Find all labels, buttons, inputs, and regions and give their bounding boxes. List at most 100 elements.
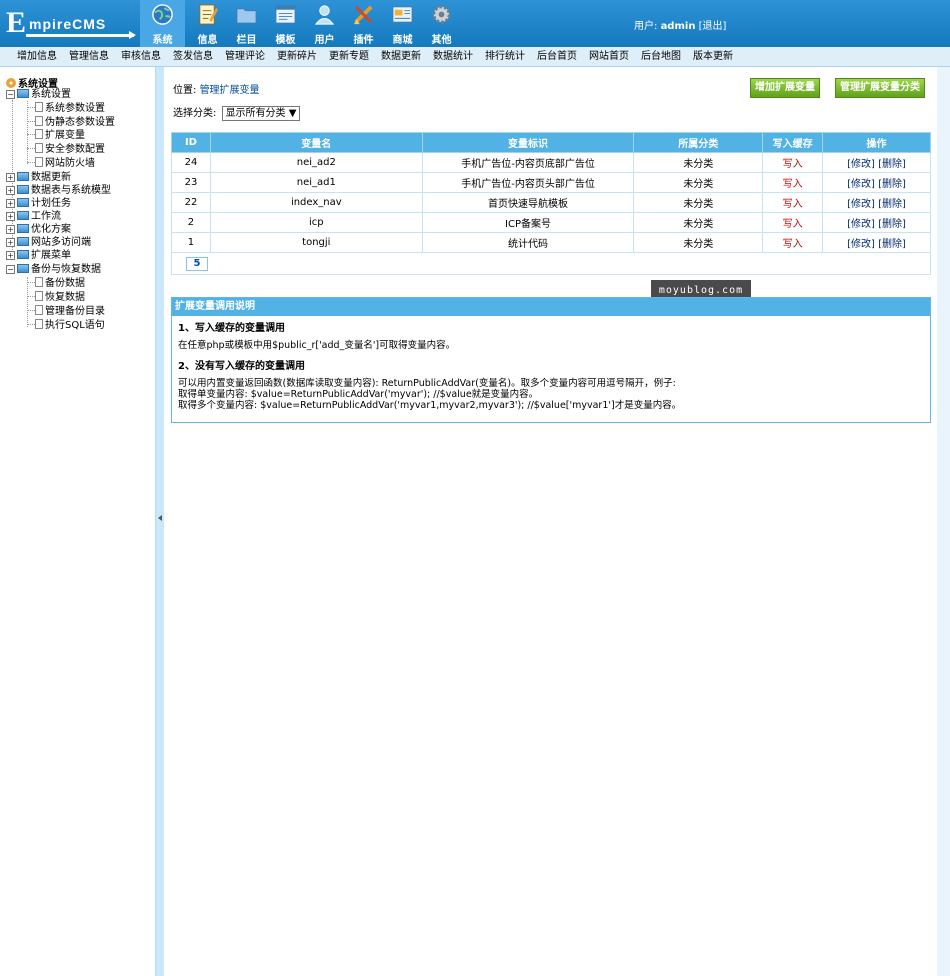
- expand-icon[interactable]: +: [6, 173, 15, 182]
- filter-label: 选择分类:: [173, 108, 217, 119]
- sidebar-item-firewall[interactable]: 网站防火墙: [27, 157, 95, 170]
- breadcrumb-link[interactable]: 管理扩展变量: [200, 85, 260, 96]
- edit-link[interactable]: [修改]: [847, 219, 875, 230]
- expand-icon[interactable]: +: [6, 186, 15, 195]
- expand-icon[interactable]: +: [6, 225, 15, 234]
- folder-icon: [17, 264, 29, 273]
- edit-link[interactable]: [修改]: [847, 179, 875, 190]
- sidebar-item-exec-sql[interactable]: 执行SQL语句: [27, 319, 105, 332]
- document-icon: [35, 319, 43, 329]
- sidebar-item-restore-data[interactable]: 恢复数据: [27, 291, 85, 304]
- top-header: EmpireCMS 系统 信息 栏目 模板 用户 插件 商城 其他 用户: ad…: [0, 0, 950, 47]
- submenu-item[interactable]: 管理信息: [69, 47, 109, 67]
- cell-var-name: tongji: [209, 232, 423, 253]
- folder-icon: [17, 237, 29, 246]
- submenu-item[interactable]: 签发信息: [173, 47, 213, 67]
- user-info: 用户: admin [退出]: [634, 17, 726, 32]
- folder-icon: [17, 198, 29, 207]
- submenu-item[interactable]: 网站首页: [589, 47, 629, 67]
- submenu-item[interactable]: 审核信息: [121, 47, 161, 67]
- edit-link[interactable]: [修改]: [847, 159, 875, 170]
- table-row: 24 nei_ad2 手机广告位-内容页底部广告位 未分类 写入 [修改] [删…: [171, 152, 931, 173]
- cell-var-label: 首页快速导航模板: [421, 192, 635, 213]
- sidebar-item-label: 网站多访问端: [31, 237, 91, 248]
- topnav-other[interactable]: 其他: [419, 0, 464, 47]
- sidebar-item-extend-vars[interactable]: 扩展变量: [27, 129, 85, 142]
- delete-link[interactable]: [删除]: [878, 199, 906, 210]
- help-title: 扩展变量调用说明: [172, 298, 930, 316]
- help-heading-1: 1、写入缓存的变量调用: [178, 323, 285, 334]
- sidebar-item-label: 伪静态参数设置: [45, 117, 115, 128]
- sidebar-item-workflow[interactable]: + 工作流: [6, 210, 61, 223]
- sidebar-item-label: 备份与恢复数据: [31, 264, 101, 275]
- sidebar-item-pseudo-static[interactable]: 伪静态参数设置: [27, 116, 115, 129]
- submenu-item[interactable]: 版本更新: [693, 47, 733, 67]
- submenu-item[interactable]: 更新专题: [329, 47, 369, 67]
- sidebar-item-system-params[interactable]: 系统参数设置: [27, 102, 105, 115]
- table-row: 2 icp ICP备案号 未分类 写入 [修改] [删除]: [171, 212, 931, 233]
- breadcrumb: 位置: 管理扩展变量: [173, 81, 260, 96]
- cell-actions: [修改] [删除]: [822, 232, 931, 253]
- right-edge: [937, 67, 950, 976]
- logout-link[interactable]: [退出]: [699, 21, 727, 32]
- sidebar-item-extend-menu[interactable]: + 扩展菜单: [6, 249, 71, 262]
- sidebar-item-security[interactable]: 安全参数配置: [27, 143, 105, 156]
- expand-icon[interactable]: +: [6, 212, 15, 221]
- empirecms-logo[interactable]: EmpireCMS: [4, 6, 136, 42]
- document-icon: [35, 291, 43, 301]
- cell-cache: 写入: [762, 172, 824, 193]
- submenu-item[interactable]: 数据更新: [381, 47, 421, 67]
- sub-menu: 增加信息 管理信息 审核信息 签发信息 管理评论 更新碎片 更新专题 数据更新 …: [0, 47, 950, 67]
- variable-table: ID 变量名 变量标识 所属分类 写入缓存 操作 24 nei_ad2 手机广告…: [171, 132, 931, 275]
- sidebar-item-label: 系统参数设置: [45, 103, 105, 114]
- user-label: 用户:: [634, 21, 658, 32]
- collapse-icon[interactable]: −: [6, 265, 15, 274]
- submenu-item[interactable]: 数据统计: [433, 47, 473, 67]
- delete-link[interactable]: [删除]: [878, 159, 906, 170]
- cell-category: 未分类: [633, 232, 764, 253]
- sidebar-item-scheduled-tasks[interactable]: + 计划任务: [6, 197, 71, 210]
- expand-icon[interactable]: +: [6, 238, 15, 247]
- sidebar-item-backup-restore[interactable]: − 备份与恢复数据: [6, 263, 101, 276]
- submenu-item[interactable]: 增加信息: [17, 47, 57, 67]
- submenu-item[interactable]: 管理评论: [225, 47, 265, 67]
- edit-link[interactable]: [修改]: [847, 199, 875, 210]
- sidebar-item-system-settings[interactable]: − 系统设置: [6, 88, 71, 101]
- sidebar-item-optimize[interactable]: + 优化方案: [6, 223, 71, 236]
- submenu-item[interactable]: 后台首页: [537, 47, 577, 67]
- delete-link[interactable]: [删除]: [878, 179, 906, 190]
- folder-icon: [236, 8, 257, 24]
- help-text-1: 在任意php或模板中用$public_r['add_变量名']可取得变量内容。: [178, 340, 456, 351]
- sidebar-item-label: 恢复数据: [45, 292, 85, 303]
- top-nav: 系统 信息 栏目 模板 用户 插件 商城 其他: [140, 0, 458, 47]
- delete-link[interactable]: [删除]: [878, 239, 906, 250]
- category-select[interactable]: 显示所有分类 ▼: [221, 106, 301, 121]
- shop-icon: [392, 6, 413, 23]
- sidebar-splitter[interactable]: [155, 67, 164, 976]
- expand-icon[interactable]: +: [6, 251, 15, 260]
- collapse-icon[interactable]: −: [6, 90, 15, 99]
- add-variable-button[interactable]: 增加扩展变量: [750, 78, 820, 98]
- sidebar-item-manage-backup-dir[interactable]: 管理备份目录: [27, 305, 105, 318]
- help-text-4: 取得多个变量内容: $value=ReturnPublicAddVar('myv…: [178, 400, 682, 411]
- sidebar-item-backup-data[interactable]: 备份数据: [27, 277, 85, 290]
- cell-id: 24: [171, 152, 211, 173]
- topnav-system[interactable]: 系统: [140, 0, 185, 47]
- sidebar-item-multi-access[interactable]: + 网站多访问端: [6, 236, 91, 249]
- document-icon: [35, 305, 43, 315]
- sidebar-item-data-update[interactable]: + 数据更新: [6, 171, 71, 184]
- pager-cell: 5: [171, 252, 931, 275]
- submenu-item[interactable]: 后台地图: [641, 47, 681, 67]
- manage-variable-categories-button[interactable]: 管理扩展变量分类: [835, 78, 925, 98]
- col-var-label: 变量标识: [421, 132, 635, 153]
- sidebar-item-label: 数据更新: [31, 172, 71, 183]
- sidebar-item-tables-models[interactable]: + 数据表与系统模型: [6, 184, 111, 197]
- submenu-item[interactable]: 排行统计: [485, 47, 525, 67]
- delete-link[interactable]: [删除]: [878, 219, 906, 230]
- edit-link[interactable]: [修改]: [847, 239, 875, 250]
- cell-var-name: nei_ad2: [209, 152, 423, 173]
- collapse-arrow-icon[interactable]: [158, 515, 162, 521]
- expand-icon[interactable]: +: [6, 199, 15, 208]
- submenu-item[interactable]: 更新碎片: [277, 47, 317, 67]
- sidebar-item-label: 安全参数配置: [45, 144, 105, 155]
